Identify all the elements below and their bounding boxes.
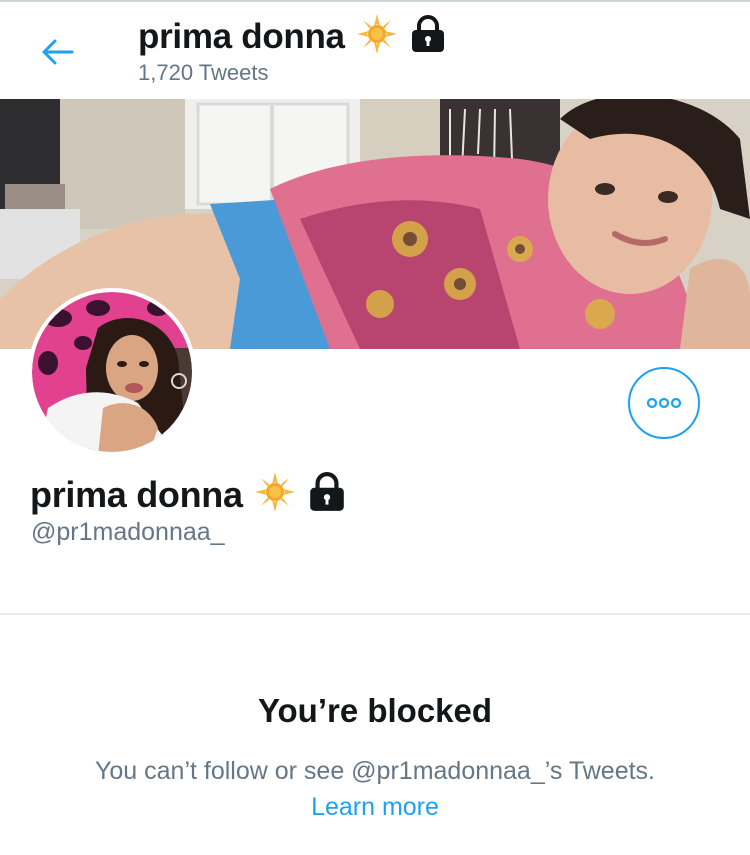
blocked-title: You’re blocked [257,692,493,729]
profile-avatar[interactable] [28,288,196,456]
profile-handle: @pr1madonnaa_ [31,518,225,546]
profile-name-row: prima donna [30,470,347,519]
header-display-name: prima donna [138,16,345,56]
more-dots-icon [646,397,682,409]
section-divider [0,613,750,615]
more-options-button[interactable] [628,367,700,439]
tweet-count: 1,720 Tweets [138,60,269,85]
back-button[interactable] [28,26,88,78]
profile-display-name: prima donna [30,473,243,515]
learn-more-link[interactable]: Learn more [0,793,750,822]
avatar-photo [28,288,196,456]
lock-icon [409,14,447,59]
blocked-description: You can’t follow or see @pr1madonnaa_’s … [95,757,655,785]
profile-header: prima donna 1,720 Tweets [0,2,750,99]
header-title: prima donna [138,12,447,61]
sun-star-emoji-icon [253,470,297,519]
lock-icon [307,471,347,518]
sun-star-emoji-icon [355,12,399,61]
arrow-left-icon [42,39,74,65]
